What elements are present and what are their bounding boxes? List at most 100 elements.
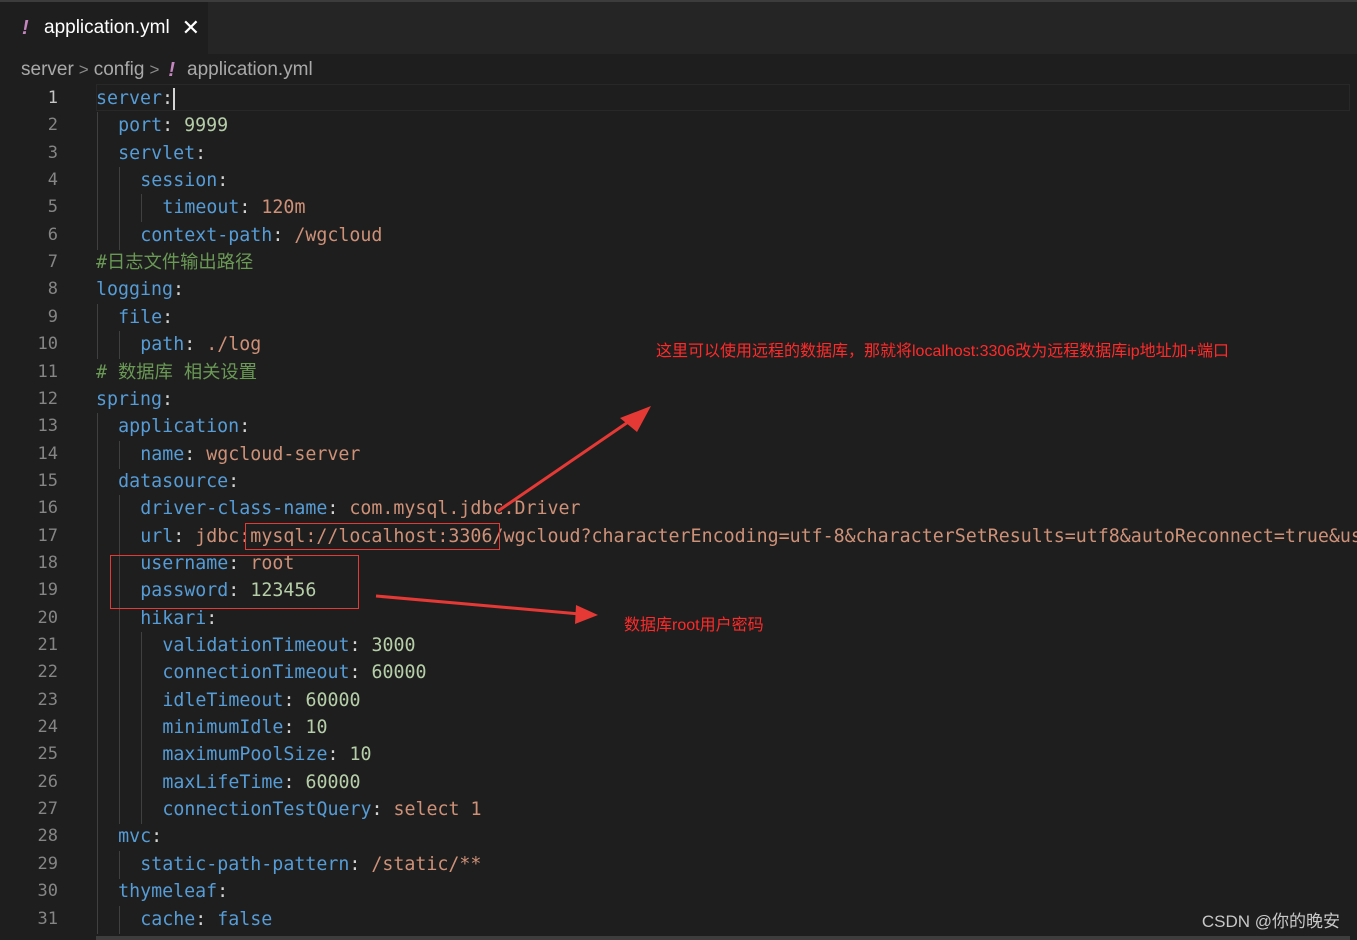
yaml-number: 60000 xyxy=(371,662,427,684)
code-line[interactable]: 8 logging: xyxy=(0,276,1357,303)
yaml-punct: : xyxy=(162,88,174,109)
yaml-string: 120m xyxy=(261,197,306,219)
code-line[interactable]: 10 path: ./log xyxy=(0,331,1357,360)
yaml-key: datasource xyxy=(118,470,229,492)
yaml-punct: : xyxy=(217,881,229,903)
line-number: 10 xyxy=(37,334,58,355)
code-text: url: jdbc:mysql://localhost:3306/wgcloud… xyxy=(140,523,1357,550)
line-number: 5 xyxy=(47,197,58,218)
code-line[interactable]: 16 driver-class-name: com.mysql.jdbc.Driv… xyxy=(0,495,1357,524)
code-text: servlet: xyxy=(118,140,206,167)
indent-guide xyxy=(119,522,121,551)
code-text: timeout: 120m xyxy=(162,194,305,221)
tab-label: application.yml xyxy=(44,17,170,38)
code-line[interactable]: 27 connectionTestQuery: select 1 xyxy=(0,796,1357,825)
code-line[interactable]: 26 maxLifeTime: 60000 xyxy=(0,768,1357,797)
code-line[interactable]: 1 server: xyxy=(0,85,1357,112)
yaml-punct: : xyxy=(283,689,306,711)
code-line[interactable]: 30 thymeleaf: xyxy=(0,878,1357,907)
code-line[interactable]: 22 connectionTimeout: 60000 xyxy=(0,659,1357,688)
code-line[interactable]: 15 datasource: xyxy=(0,467,1357,496)
code-line[interactable]: 7 #日志文件输出路径 xyxy=(0,249,1357,276)
code-line[interactable]: 28 mvc: xyxy=(0,823,1357,852)
code-line[interactable]: 9 file: xyxy=(0,303,1357,332)
code-line[interactable]: 4 session: xyxy=(0,167,1357,196)
code-line[interactable]: 11 # 数据库 相关设置 xyxy=(0,359,1357,386)
breadcrumb-config[interactable]: config xyxy=(94,59,145,81)
indent-guide xyxy=(119,905,121,934)
yaml-string: /static/** xyxy=(371,853,482,875)
code-line[interactable]: 12 spring: xyxy=(0,386,1357,413)
yaml-key: context-path xyxy=(140,224,273,246)
yaml-punct: : xyxy=(283,717,306,739)
code-line[interactable]: 29 static-path-pattern: /static/** xyxy=(0,850,1357,879)
yaml-punct: : xyxy=(162,115,185,137)
yaml-comment: # 数据库 相关设置 xyxy=(96,361,257,383)
yaml-key: connectionTimeout xyxy=(162,662,350,684)
code-text: hikari: xyxy=(140,605,217,632)
code-line[interactable]: 3 servlet: xyxy=(0,139,1357,168)
line-number: 14 xyxy=(37,443,58,464)
code-line[interactable]: 6 context-path: /wgcloud xyxy=(0,221,1357,250)
indent-guide xyxy=(97,221,98,250)
code-line[interactable]: 21 validationTimeout: 3000 xyxy=(0,632,1357,660)
line-number: 9 xyxy=(47,306,58,327)
horizontal-scrollbar[interactable] xyxy=(96,936,1350,940)
code-line[interactable]: 23 idleTimeout: 60000 xyxy=(0,686,1357,715)
code-text: path: ./log xyxy=(140,331,261,358)
line-number: 6 xyxy=(47,224,58,245)
line-number: 12 xyxy=(37,388,58,409)
code-line[interactable]: 5 timeout: 120m xyxy=(0,194,1357,223)
yaml-key: servlet xyxy=(118,142,196,164)
line-number: 15 xyxy=(37,470,58,491)
line-number: 11 xyxy=(37,361,58,382)
indent-guide xyxy=(97,167,98,196)
indent-guide xyxy=(97,522,98,551)
code-text: connectionTimeout: 60000 xyxy=(162,659,426,686)
breadcrumb-server[interactable]: server xyxy=(21,59,74,81)
close-icon[interactable]: ✕ xyxy=(182,15,200,41)
code-text: context-path: /wgcloud xyxy=(140,222,382,249)
yaml-key: hikari xyxy=(140,607,207,629)
code-line[interactable]: 25 maximumPoolSize: 10 xyxy=(0,741,1357,770)
breadcrumb-file[interactable]: application.yml xyxy=(187,59,313,81)
code-text: minimumIdle: 10 xyxy=(162,714,327,741)
tab-application-yml[interactable]: ! application.yml ✕ xyxy=(0,2,208,54)
code-text: maximumPoolSize: 10 xyxy=(162,741,371,768)
code-line[interactable]: 2 port: 9999 xyxy=(0,112,1357,141)
yaml-key: session xyxy=(140,170,218,192)
yaml-string: com.mysql.jdbc.Driver xyxy=(349,498,581,520)
indent-guide xyxy=(119,741,121,770)
indent-guide xyxy=(119,495,121,524)
yaml-key: logging xyxy=(96,279,174,301)
code-text: application: xyxy=(118,413,250,440)
code-line[interactable]: 14 name: wgcloud-server xyxy=(0,440,1357,469)
code-text: connectionTestQuery: select 1 xyxy=(162,796,481,823)
yaml-punct: : xyxy=(228,580,251,602)
chevron-right-icon: > xyxy=(78,60,89,79)
line-number: 22 xyxy=(37,662,58,683)
code-editor[interactable]: 1 server: 2 port: 9999 3 servlet: 4 session: 5 ti… xyxy=(0,84,1357,940)
code-text: thymeleaf: xyxy=(118,878,228,905)
code-line[interactable]: 13 application: xyxy=(0,413,1357,442)
yaml-key: driver-class-name xyxy=(140,498,328,520)
code-line[interactable]: 17 url: jdbc:mysql://localhost:3306/wgclo… xyxy=(0,522,1357,551)
yaml-key: username xyxy=(140,552,229,574)
code-text: idleTimeout: 60000 xyxy=(162,687,360,714)
code-text: maxLifeTime: 60000 xyxy=(162,769,360,796)
indent-guide xyxy=(119,577,121,606)
yaml-string: wgcloud-server xyxy=(206,443,361,465)
yaml-string: /wgcloud xyxy=(294,224,383,246)
line-number: 8 xyxy=(47,279,58,300)
line-number: 25 xyxy=(37,744,58,765)
indent-guide xyxy=(97,741,98,770)
yaml-key: thymeleaf xyxy=(118,881,218,903)
code-line[interactable]: 31 cache: false xyxy=(0,905,1357,934)
code-line[interactable]: 24 minimumIdle: 10 xyxy=(0,714,1357,743)
line-number: 24 xyxy=(37,717,58,738)
code-line[interactable]: 18 username: root xyxy=(0,549,1357,578)
indent-guide xyxy=(119,686,121,715)
yaml-key: mvc xyxy=(118,826,152,848)
code-line[interactable]: 20 hikari: xyxy=(0,604,1357,633)
code-line[interactable]: 19 password: 123456 xyxy=(0,577,1357,606)
